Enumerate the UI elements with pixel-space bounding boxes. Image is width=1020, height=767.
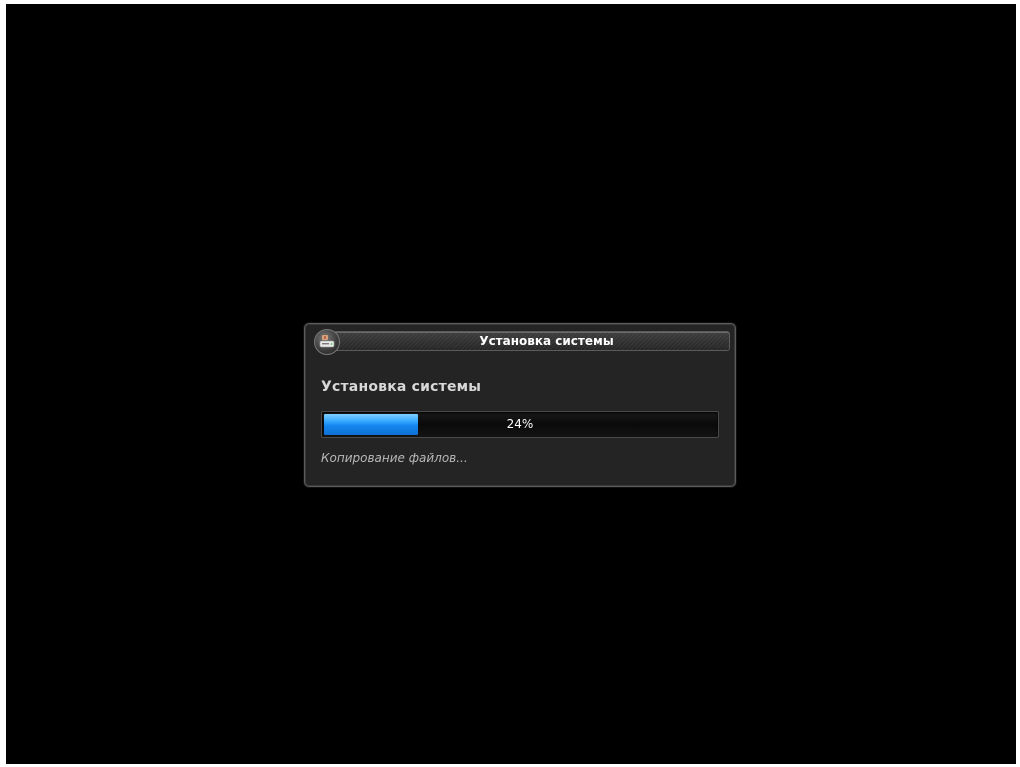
progress-bar: 24%	[321, 411, 719, 438]
dialog-titlebar: Установка системы	[305, 324, 735, 355]
installer-screen: Установка системы Установка системы 24% …	[6, 4, 1016, 764]
installer-drive-icon	[314, 329, 340, 355]
progress-percent-label: 24%	[506, 417, 534, 431]
install-dialog: Установка системы Установка системы 24% …	[304, 323, 736, 487]
window-title: Установка системы	[479, 334, 614, 348]
drive-glyph-icon	[319, 335, 335, 348]
status-text: Копирование файлов...	[321, 451, 468, 465]
dialog-heading: Установка системы	[321, 379, 482, 395]
